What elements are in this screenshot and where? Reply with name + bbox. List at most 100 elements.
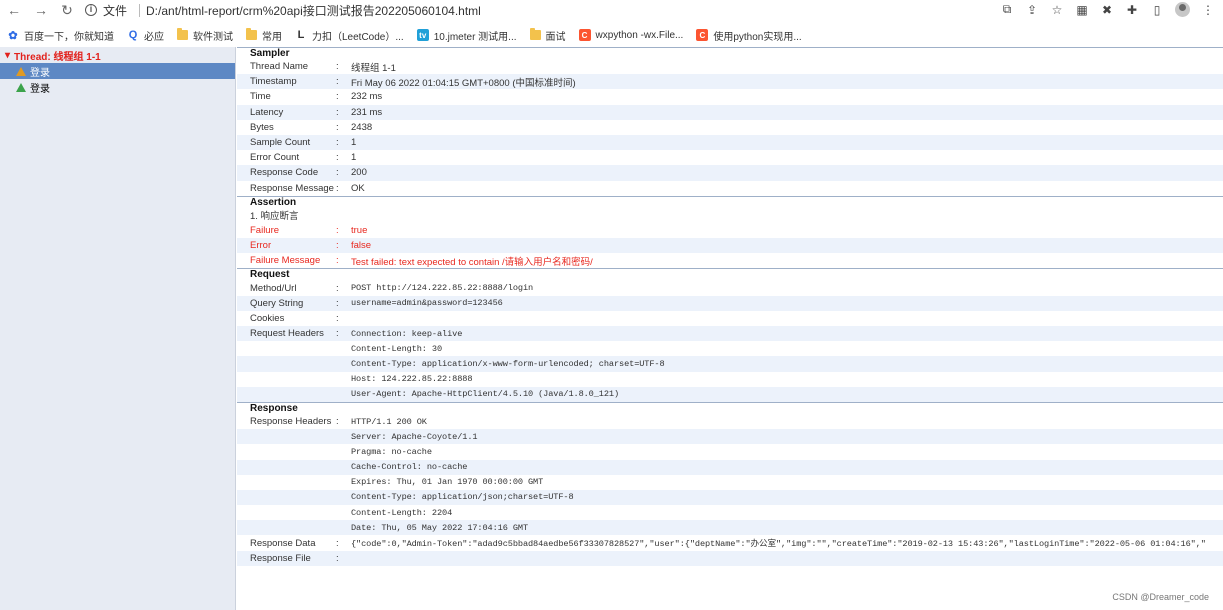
section-response: Response bbox=[237, 401, 1223, 414]
detail-row: Sample Count:1 bbox=[237, 134, 1223, 151]
detail-colon: : bbox=[336, 182, 339, 194]
bookmarks-bar: ✿ 百度一下，你就知道 Q 必应 软件测试 常用 L 力扣（LeetCode）... tv 10.… bbox=[0, 24, 1223, 46]
section-request: Request bbox=[237, 268, 1223, 281]
detail-value: 1 bbox=[351, 137, 357, 149]
section-assertion: Assertion bbox=[237, 195, 1223, 208]
watermark: CSDN @Dreamer_code bbox=[1112, 592, 1209, 602]
detail-key: Bytes bbox=[250, 121, 274, 133]
url-separator bbox=[139, 3, 141, 17]
detail-value: 1 bbox=[351, 152, 357, 164]
baidu-icon: ✿ bbox=[8, 29, 18, 42]
url-text[interactable]: D:/ant/html-report/crm%20api接口测试报告202205… bbox=[146, 2, 481, 19]
detail-colon: : bbox=[336, 224, 339, 236]
detail-key: Error Count bbox=[250, 152, 300, 164]
tree-item-login-failed[interactable]: 登录 bbox=[0, 63, 235, 79]
detail-key: Failure Message bbox=[250, 255, 321, 267]
share-icon[interactable]: ⇪ bbox=[1025, 3, 1039, 17]
detail-key: Sample Count bbox=[250, 137, 311, 149]
bilibili-icon: tv bbox=[416, 29, 429, 41]
detail-value: Content-Length: 2204 bbox=[351, 507, 453, 518]
tree-item-login-passed[interactable]: 登录 bbox=[0, 79, 235, 95]
detail-colon: : bbox=[336, 61, 339, 73]
puzzle-icon[interactable]: ✚ bbox=[1125, 3, 1139, 17]
detail-row: Error: false bbox=[237, 238, 1223, 254]
detail-key: Time bbox=[250, 91, 271, 103]
tree-root-label: Thread: 线程组 1-1 bbox=[14, 51, 101, 63]
detail-value: POST http://124.222.85.22:8888/login bbox=[351, 283, 534, 294]
forward-icon[interactable]: → bbox=[34, 3, 48, 17]
detail-value: Cache-Control: no-cache bbox=[351, 462, 468, 473]
detail-value: Server: Apache-Coyote/1.1 bbox=[351, 431, 478, 442]
detail-row: Request Headers: Connection: keep-alive bbox=[237, 326, 1223, 342]
info-icon[interactable]: i bbox=[85, 4, 97, 16]
bookmark-item[interactable]: Q 必应 bbox=[127, 28, 164, 43]
expand-triangle-icon[interactable]: ▾ bbox=[5, 50, 10, 61]
extension-grid-icon[interactable]: ▦ bbox=[1075, 3, 1089, 17]
bookmark-item[interactable]: tv 10.jmeter 测试用... bbox=[416, 28, 517, 43]
detail-key: Latency bbox=[250, 106, 284, 118]
menu-dots-icon[interactable]: ⋮ bbox=[1201, 3, 1215, 17]
detail-row: Pragma: no-cache bbox=[237, 444, 1223, 459]
profile-avatar[interactable] bbox=[1175, 2, 1190, 17]
bookmark-item[interactable]: C 使用python实现用... bbox=[696, 28, 802, 43]
detail-colon: : bbox=[336, 240, 339, 252]
detail-value: 线程组 1-1 bbox=[351, 62, 396, 74]
bookmark-item[interactable]: Cwxpython -wx.File... bbox=[578, 29, 683, 41]
back-icon[interactable]: ← bbox=[7, 3, 21, 17]
bookmark-item[interactable]: L 力扣（LeetCode）... bbox=[295, 28, 404, 43]
translate-icon[interactable]: ⧉ bbox=[1000, 2, 1014, 17]
address-bar[interactable]: i 文件 D:/ant/html-report/crm%20api接口测试报告2… bbox=[85, 1, 481, 19]
bookmark-label: 必应 bbox=[144, 31, 164, 43]
detail-panel: Sampler Thread Name: 线程组 1-1 Timestamp: Fri… bbox=[237, 47, 1223, 610]
detail-row: Failure: true bbox=[237, 223, 1223, 238]
detail-colon: : bbox=[336, 106, 339, 118]
sidepanel-icon[interactable]: ▯ bbox=[1150, 3, 1164, 17]
detail-row: Thread Name: 线程组 1-1 bbox=[237, 59, 1223, 74]
detail-value: Pragma: no-cache bbox=[351, 446, 432, 457]
detail-key: Query String bbox=[250, 297, 304, 309]
detail-row: Host: 124.222.85.22:8888 bbox=[237, 372, 1223, 387]
leetcode-icon: L bbox=[297, 29, 305, 41]
csdn-icon: C bbox=[578, 29, 591, 41]
bookmark-label: 力扣（LeetCode）... bbox=[312, 31, 404, 43]
detail-colon: : bbox=[336, 282, 339, 294]
detail-row: Response Headers: HTTP/1.1 200 OK bbox=[237, 414, 1223, 429]
extension-x-icon[interactable]: ✖ bbox=[1100, 3, 1114, 17]
bookmark-item[interactable]: 软件测试 bbox=[177, 28, 233, 43]
results-tree: ▾ Thread: 线程组 1-1 登录 登录 bbox=[0, 47, 236, 610]
detail-row: Failure Message: Test failed: text expect… bbox=[237, 253, 1223, 268]
detail-key: Response File bbox=[250, 552, 311, 564]
detail-row: Method/Url: POST http://124.222.85.22:888… bbox=[237, 280, 1223, 295]
detail-key: Response Headers bbox=[250, 416, 332, 428]
star-icon[interactable]: ☆ bbox=[1050, 3, 1064, 17]
detail-row: Content-Type: application/json;charset=U… bbox=[237, 489, 1223, 506]
detail-row: Response Data: {"code":0,"Admin-Token":"a… bbox=[237, 535, 1223, 550]
section-sampler: Sampler bbox=[237, 47, 1223, 59]
detail-value: Host: 124.222.85.22:8888 bbox=[351, 374, 473, 385]
detail-value: Expires: Thu, 01 Jan 1970 00:00:00 GMT bbox=[351, 477, 544, 488]
folder-icon bbox=[529, 28, 541, 40]
detail-value: username=admin&password=123456 bbox=[351, 298, 503, 309]
detail-colon: : bbox=[336, 312, 339, 324]
detail-key: Method/Url bbox=[250, 282, 297, 294]
detail-colon: : bbox=[336, 152, 339, 164]
detail-colon: : bbox=[336, 328, 339, 340]
bookmark-label: 面试 bbox=[545, 31, 566, 43]
detail-key: Error bbox=[250, 240, 272, 252]
bookmark-item[interactable]: ✿ 百度一下，你就知道 bbox=[7, 28, 114, 43]
detail-row: Cookies: bbox=[237, 311, 1223, 326]
reload-icon[interactable]: ↻ bbox=[61, 3, 73, 17]
detail-colon: : bbox=[336, 416, 339, 428]
detail-row: Response File: bbox=[237, 550, 1223, 566]
detail-value: {"code":0,"Admin-Token":"adad9c5bbad84ae… bbox=[351, 539, 1206, 550]
detail-row: Response Message: OK bbox=[237, 181, 1223, 196]
detail-key: Failure bbox=[250, 224, 280, 236]
detail-row: User-Agent: Apache-HttpClient/4.5.10 (Ja… bbox=[237, 386, 1223, 402]
bookmark-item[interactable]: 面试 bbox=[529, 28, 566, 43]
detail-value: Content-Type: application/x-www-form-url… bbox=[351, 358, 665, 369]
tree-root[interactable]: ▾ Thread: 线程组 1-1 bbox=[0, 47, 235, 63]
search-icon: Q bbox=[128, 29, 138, 41]
bookmark-item[interactable]: 常用 bbox=[246, 28, 282, 43]
detail-colon: : bbox=[336, 137, 339, 149]
detail-row: Content-Length: 2204 bbox=[237, 505, 1223, 520]
